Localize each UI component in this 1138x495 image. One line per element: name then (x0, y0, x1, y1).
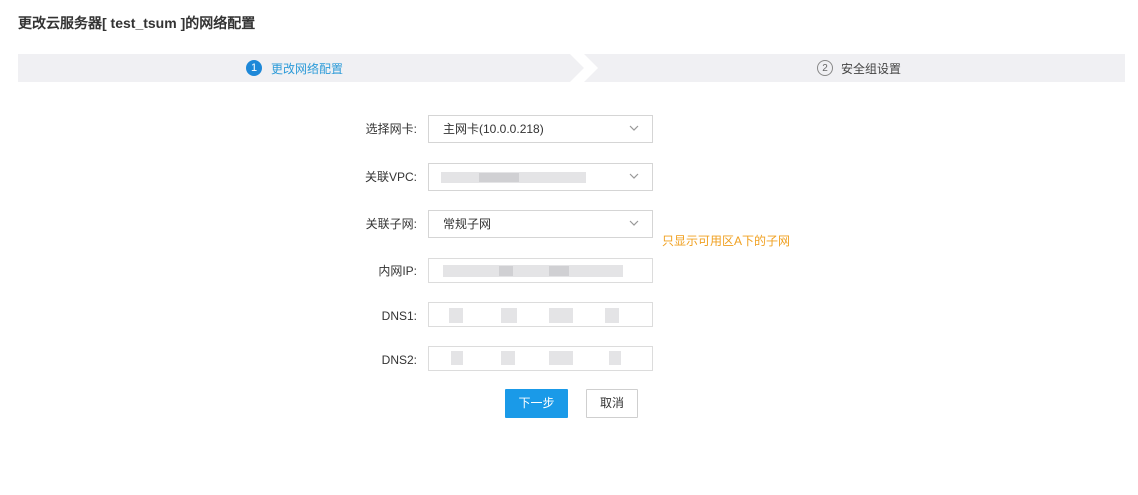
vpc-redacted-part (479, 173, 519, 182)
dns2-redacted (451, 351, 463, 365)
dns1-row: DNS1: (340, 302, 780, 330)
private-ip-redacted-part (549, 266, 569, 276)
private-ip-input[interactable] (428, 258, 653, 283)
nic-select[interactable]: 主网卡(10.0.0.218) (428, 115, 653, 143)
chevron-down-icon (629, 173, 639, 179)
step-2: 2 安全组设置 (817, 54, 901, 82)
step-1-number: 1 (246, 60, 262, 76)
dns1-redacted (549, 308, 573, 323)
dns1-redacted (501, 308, 517, 323)
nic-select-value: 主网卡(10.0.0.218) (443, 122, 544, 136)
dns1-redacted (605, 308, 619, 323)
dns1-input[interactable] (428, 302, 653, 327)
private-ip-label: 内网IP: (378, 264, 417, 278)
private-ip-redacted (443, 265, 623, 277)
chevron-down-icon (629, 220, 639, 226)
page-title: 更改云服务器[ test_tsum ]的网络配置 (18, 15, 256, 31)
dns1-label: DNS1: (381, 309, 417, 323)
vpc-label: 关联VPC: (364, 170, 417, 184)
dns1-redacted (449, 308, 463, 323)
step-divider-arrow (570, 54, 598, 82)
step-2-number: 2 (817, 60, 833, 76)
dns2-redacted (501, 351, 515, 365)
step-2-label: 安全组设置 (841, 61, 902, 76)
private-ip-row: 内网IP: (340, 258, 780, 286)
dns2-redacted (549, 351, 573, 365)
subnet-row: 关联子网: 常规子网 只显示可用区A下的子网 (340, 210, 790, 248)
step-1-label: 更改网络配置 (271, 61, 344, 76)
dns2-row: DNS2: (340, 346, 780, 374)
vpc-select[interactable] (428, 163, 653, 191)
subnet-select[interactable]: 常规子网 (428, 210, 653, 238)
private-ip-redacted-part (499, 266, 513, 276)
nic-row: 选择网卡: 主网卡(10.0.0.218) (340, 115, 780, 143)
nic-label: 选择网卡: (365, 122, 417, 136)
subnet-label: 关联子网: (365, 217, 417, 231)
step-1: 1 更改网络配置 (246, 54, 343, 82)
dns2-input[interactable] (428, 346, 653, 371)
dns2-label: DNS2: (381, 353, 417, 367)
dns2-redacted (609, 351, 621, 365)
chevron-down-icon (629, 125, 639, 131)
next-step-button[interactable]: 下一步 (505, 389, 568, 418)
step-bar: 1 更改网络配置 2 安全组设置 (18, 54, 1125, 82)
vpc-row: 关联VPC: (340, 163, 780, 191)
subnet-select-value: 常规子网 (443, 217, 492, 231)
subnet-hint: 只显示可用区A下的子网 (662, 234, 791, 248)
cancel-button[interactable]: 取消 (586, 389, 638, 418)
